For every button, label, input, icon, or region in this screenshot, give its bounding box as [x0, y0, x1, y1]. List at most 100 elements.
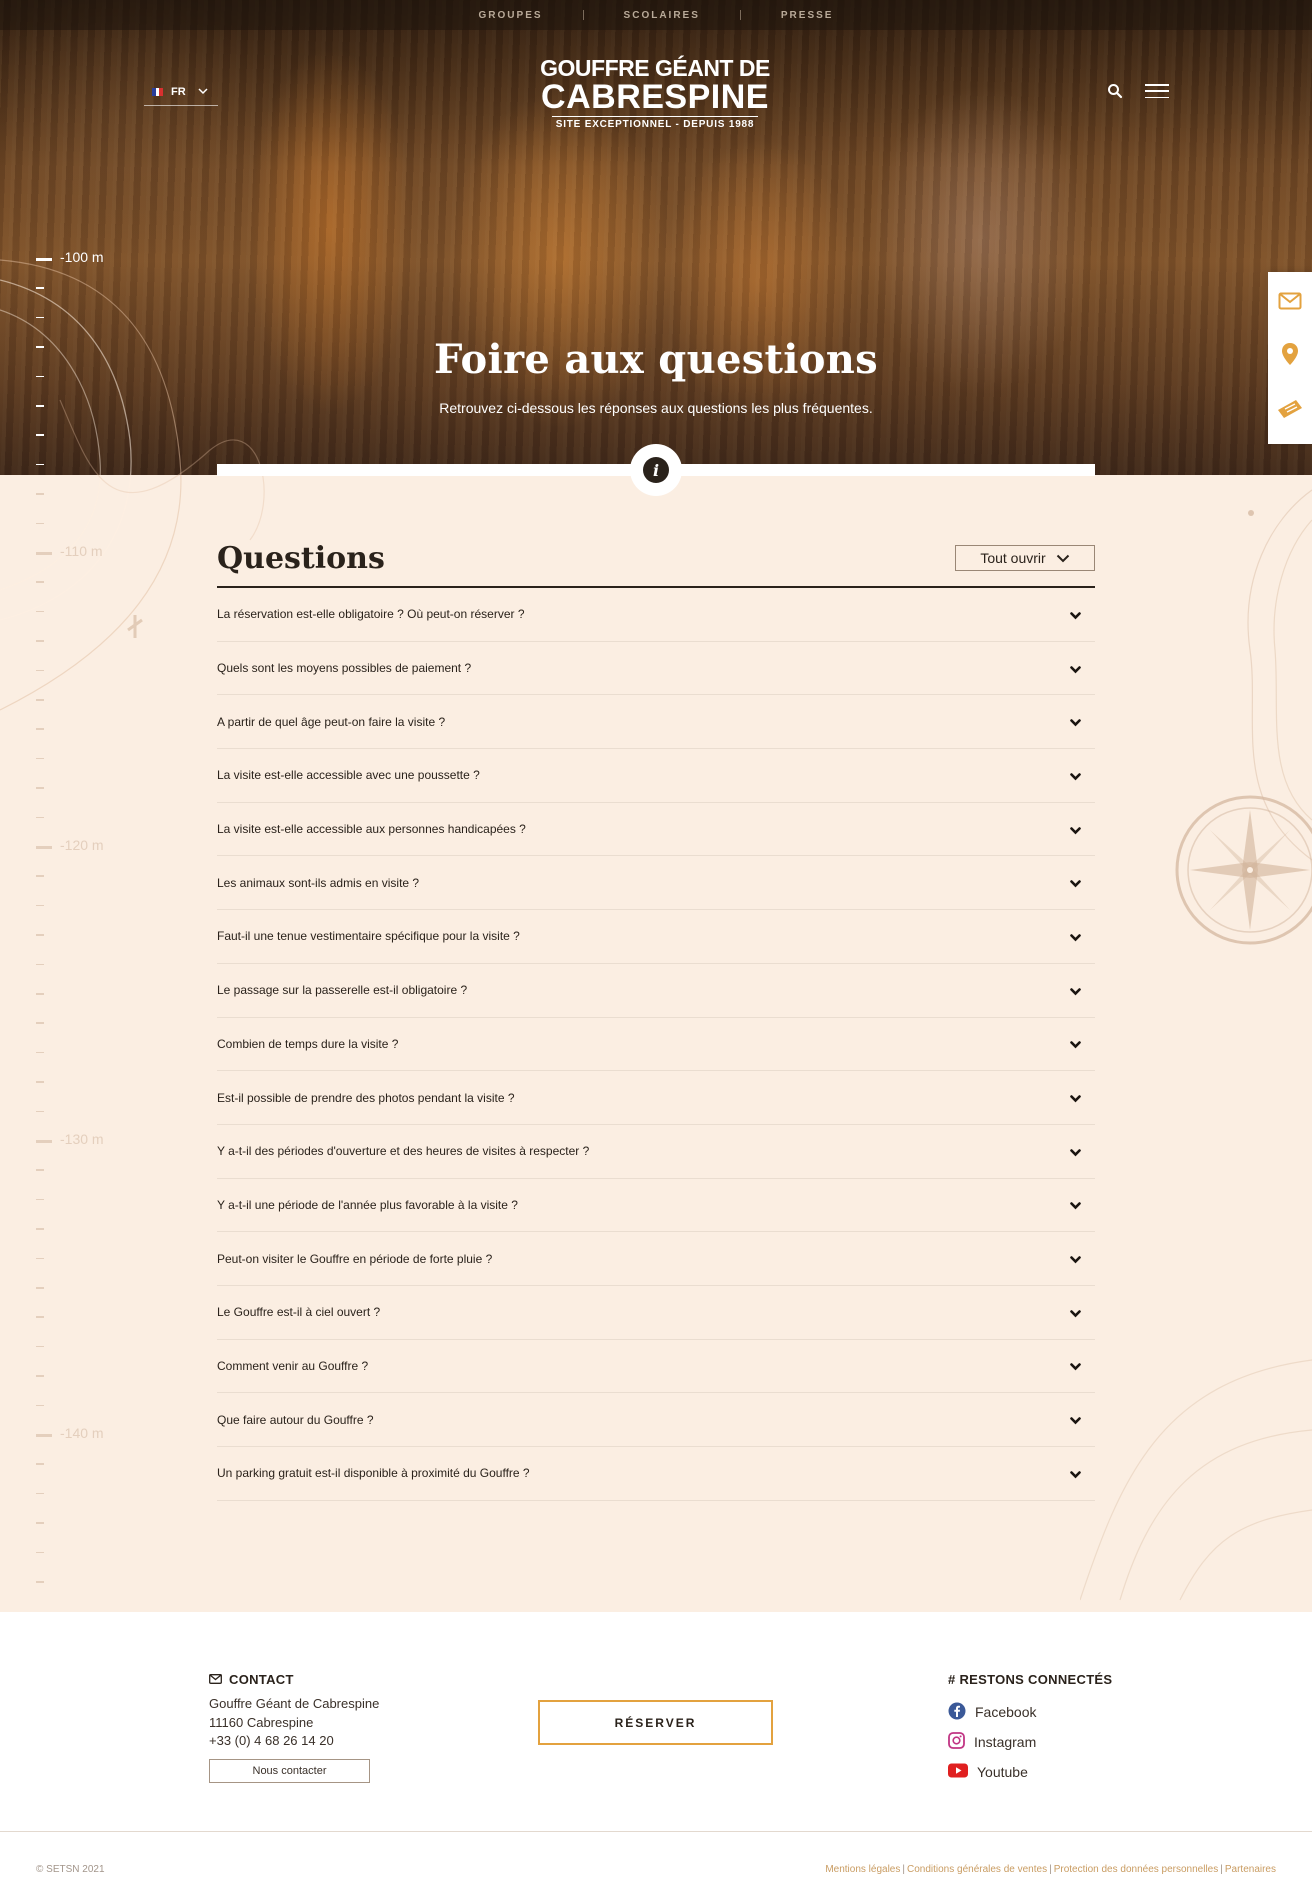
contact-name: Gouffre Géant de Cabrespine	[209, 1696, 380, 1711]
top-nav: GROUPES SCOLAIRES PRESSE	[0, 0, 1312, 30]
faq-item[interactable]: Est-il possible de prendre des photos pe…	[217, 1071, 1095, 1125]
gauge-tick	[36, 669, 44, 672]
instagram-link[interactable]: Instagram	[948, 1727, 1168, 1757]
chevron-down-icon	[1070, 1195, 1081, 1214]
faq-question: Est-il possible de prendre des photos pe…	[217, 1090, 515, 1105]
logo-line-1: GOUFFRE GÉANT DE	[540, 55, 770, 81]
youtube-label: Youtube	[977, 1764, 1028, 1780]
faq-item[interactable]: Peut-on visiter le Gouffre en période de…	[217, 1232, 1095, 1286]
gauge-tick	[36, 699, 44, 701]
ticket-icon[interactable]	[1276, 398, 1304, 424]
depth-gauge: -100 m -110 m -120 m -130 m -140 m	[36, 249, 136, 1590]
gauge-tick	[36, 1081, 44, 1083]
faq-item[interactable]: Y a-t-il des périodes d'ouverture et des…	[217, 1125, 1095, 1179]
faq-item[interactable]: Combien de temps dure la visite ?	[217, 1018, 1095, 1072]
faq-section: Questions Tout ouvrir La réservation est…	[217, 530, 1095, 1501]
language-selector[interactable]: FR	[144, 78, 218, 106]
top-nav-groupes[interactable]: GROUPES	[479, 10, 543, 21]
mail-icon[interactable]	[1278, 292, 1302, 314]
footer-divider	[0, 1831, 1312, 1832]
faq-title: Questions	[217, 540, 385, 576]
footer-social: # RESTONS CONNECTÉS Facebook Instagram Y…	[948, 1672, 1168, 1787]
faq-item[interactable]: Que faire autour du Gouffre ?	[217, 1393, 1095, 1447]
chevron-down-icon	[1056, 550, 1070, 566]
gauge-tick	[36, 963, 44, 966]
gauge-tick	[36, 1110, 44, 1113]
faq-question: A partir de quel âge peut-on faire la vi…	[217, 714, 446, 729]
depth-label: -110 m	[60, 543, 103, 559]
chevron-down-icon	[1070, 927, 1081, 946]
faq-question: La visite est-elle accessible aux person…	[217, 822, 526, 837]
faq-question: La visite est-elle accessible avec une p…	[217, 768, 480, 783]
gauge-tick	[36, 875, 44, 877]
gauge-tick	[36, 1345, 44, 1348]
open-all-label: Tout ouvrir	[980, 550, 1046, 566]
faq-item[interactable]: Les animaux sont-ils admis en visite ?	[217, 856, 1095, 911]
gauge-tick	[36, 375, 44, 378]
top-nav-separator	[582, 10, 584, 20]
depth-label: -120 m	[60, 837, 104, 853]
gauge-tick	[36, 1228, 44, 1230]
gauge-tick	[36, 1492, 44, 1495]
instagram-icon	[948, 1732, 965, 1752]
faq-question: Le Gouffre est-il à ciel ouvert ?	[217, 1305, 381, 1320]
gauge-tick	[36, 1198, 44, 1201]
mail-icon	[209, 1672, 222, 1687]
youtube-link[interactable]: Youtube	[948, 1757, 1168, 1787]
chevron-down-icon	[1070, 1034, 1081, 1053]
france-flag-icon	[152, 87, 164, 96]
menu-icon[interactable]	[1145, 84, 1169, 98]
chevron-down-icon	[1070, 1303, 1081, 1322]
facebook-icon	[948, 1702, 966, 1723]
chevron-down-icon	[1070, 766, 1081, 785]
faq-item[interactable]: A partir de quel âge peut-on faire la vi…	[217, 695, 1095, 750]
legal-link-mentions[interactable]: Mentions légales	[825, 1864, 900, 1875]
gauge-tick	[36, 316, 44, 319]
gauge-tick	[36, 1375, 44, 1377]
search-icon[interactable]	[1106, 82, 1124, 100]
gauge-tick	[36, 1051, 44, 1054]
faq-item[interactable]: Le Gouffre est-il à ciel ouvert ?	[217, 1286, 1095, 1340]
faq-item[interactable]: La visite est-elle accessible avec une p…	[217, 749, 1095, 803]
side-quick-links	[1268, 272, 1312, 444]
facebook-link[interactable]: Facebook	[948, 1697, 1168, 1727]
legal-link-partners[interactable]: Partenaires	[1225, 1864, 1276, 1875]
open-all-button[interactable]: Tout ouvrir	[955, 545, 1095, 571]
faq-item[interactable]: Faut-il une tenue vestimentaire spécifiq…	[217, 910, 1095, 964]
faq-item[interactable]: Y a-t-il une période de l'année plus fav…	[217, 1179, 1095, 1233]
top-nav-scolaires[interactable]: SCOLAIRES	[624, 10, 700, 21]
info-icon: i	[643, 457, 669, 483]
gauge-tick	[36, 581, 44, 583]
map-pin-icon[interactable]	[1281, 342, 1299, 370]
chevron-down-icon	[1070, 1088, 1081, 1107]
legal-link-cgv[interactable]: Conditions générales de ventes	[907, 1864, 1047, 1875]
faq-item[interactable]: Un parking gratuit est-il disponible à p…	[217, 1447, 1095, 1501]
social-title: # RESTONS CONNECTÉS	[948, 1672, 1113, 1687]
gauge-tick	[36, 1169, 44, 1171]
chevron-down-icon	[1070, 659, 1081, 678]
contact-button[interactable]: Nous contacter	[209, 1758, 370, 1783]
language-code: FR	[171, 85, 186, 98]
reserve-button[interactable]: RÉSERVER	[538, 1700, 773, 1745]
faq-question: Que faire autour du Gouffre ?	[217, 1412, 374, 1427]
chevron-down-icon	[1070, 1142, 1081, 1161]
contact-phone[interactable]: +33 (0) 4 68 26 14 20	[209, 1732, 449, 1751]
legal-link-privacy[interactable]: Protection des données personnelles	[1054, 1864, 1219, 1875]
gauge-tick	[36, 993, 44, 995]
faq-item[interactable]: Quels sont les moyens possibles de paiem…	[217, 642, 1095, 696]
site-logo[interactable]: GOUFFRE GÉANT DE CABRESPINE SITE EXCEPTI…	[540, 56, 770, 130]
chevron-down-icon	[1070, 1249, 1081, 1268]
top-nav-presse[interactable]: PRESSE	[781, 10, 834, 21]
chevron-down-icon	[198, 85, 208, 98]
faq-item[interactable]: La visite est-elle accessible aux person…	[217, 803, 1095, 857]
faq-item[interactable]: Comment venir au Gouffre ?	[217, 1340, 1095, 1394]
gauge-tick	[36, 1316, 44, 1318]
gauge-tick	[36, 1257, 44, 1260]
gauge-tick	[36, 728, 44, 730]
faq-item[interactable]: La réservation est-elle obligatoire ? Où…	[217, 588, 1095, 642]
depth-label: -130 m	[60, 1131, 104, 1147]
faq-question: Quels sont les moyens possibles de paiem…	[217, 661, 472, 676]
faq-item[interactable]: Le passage sur la passerelle est-il obli…	[217, 964, 1095, 1018]
gauge-major-tick	[36, 846, 52, 849]
gauge-tick	[36, 405, 44, 407]
